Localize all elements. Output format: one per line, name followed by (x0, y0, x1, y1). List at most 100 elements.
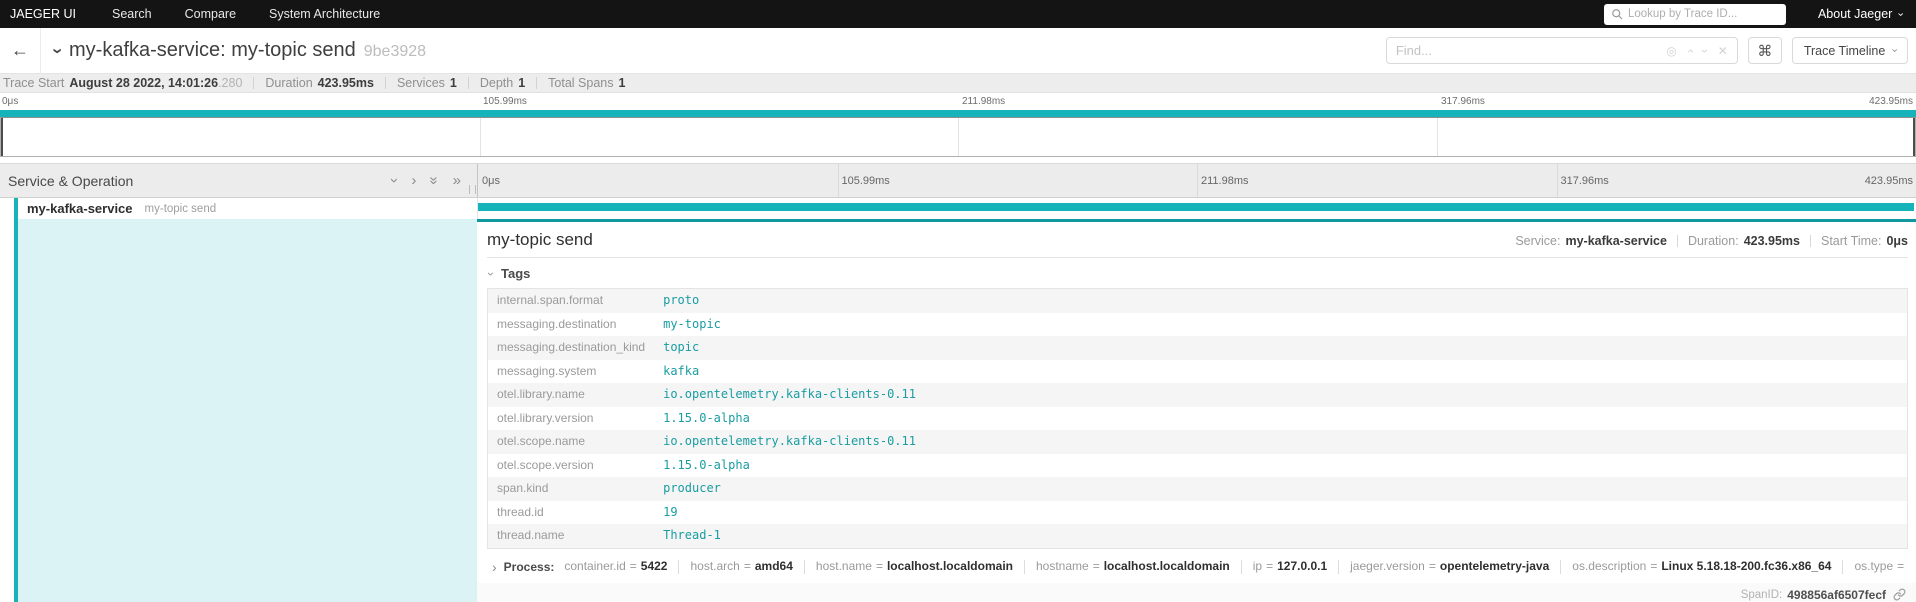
minimap-span-graph-bar (0, 110, 1916, 117)
nav-right: About Jaeger › (1603, 3, 1907, 25)
divider (253, 77, 255, 89)
process-label: Process: (503, 559, 555, 574)
divider (1560, 559, 1562, 574)
focus-match-icon[interactable]: ◎ (1666, 45, 1676, 57)
previous-match-icon[interactable]: › (1683, 49, 1697, 53)
divider (384, 77, 386, 89)
tag-row: span.kind producer (487, 477, 1908, 501)
span-timeline-cell (477, 198, 1916, 219)
back-button[interactable]: ← (0, 28, 41, 73)
process-tag-value: Linux 5.18.18-200.fc36.x86_64 (1661, 559, 1832, 574)
tag-value: kafka (663, 363, 700, 378)
span-detail-panel: my-topic send Service: my-kafka-service … (477, 219, 1916, 602)
tags-section-toggle[interactable]: › Tags (484, 266, 1908, 281)
gridline (958, 118, 959, 156)
equals-sign: = (743, 559, 751, 574)
process-tag-value: 5422 (640, 559, 668, 574)
process-tag-key: os.description (1572, 559, 1647, 574)
span-id-label: SpanID: (1740, 588, 1783, 601)
span-service-name: my-kafka-service (27, 201, 133, 216)
chevron-right-icon[interactable]: › (411, 173, 416, 188)
trace-page-header: ← › my-kafka-service: my-topic send 9be39… (0, 28, 1916, 74)
process-tag-key: host.name (815, 559, 872, 574)
duration-value: 423.95ms (317, 76, 374, 90)
divider (803, 559, 805, 574)
divider (1676, 235, 1678, 247)
trace-id-lookup-box[interactable] (1603, 3, 1786, 25)
trace-view-label: Trace Timeline (1803, 43, 1886, 58)
trace-view-dropdown[interactable]: Trace Timeline › (1791, 37, 1908, 64)
timeline-tick-label: 423.95ms (1869, 96, 1913, 107)
trace-title[interactable]: my-kafka-service: my-topic send 9be3928 (69, 39, 426, 62)
find-box[interactable]: ◎ › › ✕ (1385, 37, 1738, 64)
service-value: my-kafka-service (1565, 234, 1667, 248)
scrubber-right-handle[interactable] (1913, 118, 1915, 156)
chevron-down-icon[interactable]: › (386, 178, 403, 183)
tag-key: otel.library.version (497, 410, 594, 425)
service-operation-label: Service & Operation (8, 172, 134, 189)
collapse-trace-chevron-icon[interactable]: › (48, 48, 68, 54)
scrubber-left-handle[interactable] (1, 118, 3, 156)
chevron-right-icon: › (492, 558, 497, 575)
tag-key: otel.scope.version (497, 457, 594, 472)
process-tag-value: localhost.localdomain (1103, 559, 1230, 574)
nav-item-system-architecture[interactable]: System Architecture (269, 7, 380, 21)
trace-title-text: my-kafka-service: my-topic send (69, 39, 356, 61)
process-tag-key: host.arch (690, 559, 740, 574)
span-row[interactable]: my-kafka-service my-topic send (0, 198, 1916, 219)
keyboard-shortcuts-button[interactable]: ⌘ (1747, 37, 1782, 64)
gridline (1556, 164, 1558, 197)
tag-row: messaging.system kafka (488, 360, 1908, 384)
trace-id-short: 9be3928 (363, 43, 427, 60)
tag-key: otel.scope.name (497, 434, 586, 448)
services-label: Services (396, 76, 445, 90)
nav-item-search[interactable]: Search (112, 7, 152, 21)
process-tag-key: hostname (1035, 559, 1089, 574)
depth-label: Depth (479, 76, 514, 90)
tag-row: thread.id 19 (488, 501, 1908, 525)
find-icons: ◎ › › ✕ (1666, 45, 1728, 57)
app-brand[interactable]: JAEGER UI (10, 7, 76, 21)
divider (1338, 559, 1340, 574)
selected-span-left-column (0, 219, 477, 602)
about-jaeger-menu[interactable]: About Jaeger › (1818, 7, 1907, 21)
timeline-tick-label: 423.95ms (1864, 174, 1913, 187)
column-resize-grip[interactable] (469, 185, 476, 194)
deep-link-icon[interactable] (1893, 588, 1906, 601)
divider (1023, 559, 1025, 574)
tag-key: otel.library.name (497, 387, 585, 401)
clear-find-icon[interactable]: ✕ (1718, 45, 1728, 57)
span-name-cell[interactable]: my-kafka-service my-topic send (0, 198, 477, 219)
tag-value: io.opentelemetry.kafka-clients-0.11 (663, 387, 916, 401)
selected-span-tint (18, 219, 477, 602)
tag-key: messaging.destination (497, 316, 617, 331)
timeline-tick-label: 317.96ms (1560, 174, 1609, 187)
tag-key: thread.name (497, 528, 565, 542)
process-section-toggle[interactable]: › Process: container.id = 5422 host.arch = am… (487, 559, 1908, 575)
total-spans-value: 1 (618, 76, 626, 90)
trace-id-input[interactable] (1627, 8, 1779, 20)
service-label: Service: (1515, 234, 1561, 248)
equals-sign: = (629, 559, 637, 574)
tag-value: producer (663, 481, 721, 495)
span-operation-name: my-topic send (144, 202, 217, 215)
timeline-ruler: 0μs 105.99ms 211.98ms 317.96ms 423.95ms (477, 164, 1916, 197)
minimap-viewport-scrubber[interactable] (0, 117, 1916, 157)
tag-key: span.kind (497, 481, 549, 495)
span-duration-bar[interactable] (478, 203, 1914, 211)
double-chevron-down-icon[interactable]: » (426, 176, 443, 184)
find-input[interactable] (1395, 43, 1667, 58)
next-match-icon[interactable]: › (1698, 49, 1712, 53)
nav-item-compare[interactable]: Compare (185, 7, 236, 21)
timeline-tick-label: 211.98ms (962, 96, 1006, 107)
gridline (479, 118, 481, 156)
gridline (837, 164, 839, 197)
tag-row: messaging.destination my-topic (488, 313, 1908, 337)
tag-value: 1.15.0-alpha (663, 410, 750, 425)
divider (536, 77, 538, 89)
tag-row: otel.scope.name io.opentelemetry.kafka-cl… (487, 430, 1908, 454)
double-chevron-right-icon[interactable]: » (453, 173, 461, 188)
timeline-tick-label: 317.96ms (1441, 96, 1485, 107)
trace-minimap: 0μs 105.99ms 211.98ms 317.96ms 423.95ms (0, 93, 1916, 163)
search-icon (1612, 9, 1623, 20)
